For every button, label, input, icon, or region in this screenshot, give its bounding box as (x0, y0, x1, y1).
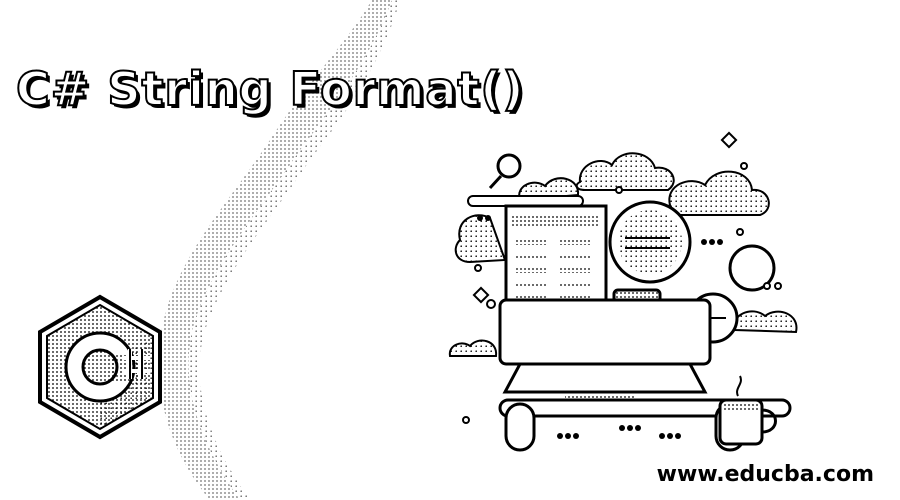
speech-bubble-icon (608, 200, 692, 284)
website-url[interactable]: www.educba.com (657, 462, 874, 487)
laptop-icon (498, 298, 712, 401)
search-icon (488, 153, 522, 190)
illustration (448, 131, 798, 452)
coffee-mug-icon (718, 375, 777, 446)
